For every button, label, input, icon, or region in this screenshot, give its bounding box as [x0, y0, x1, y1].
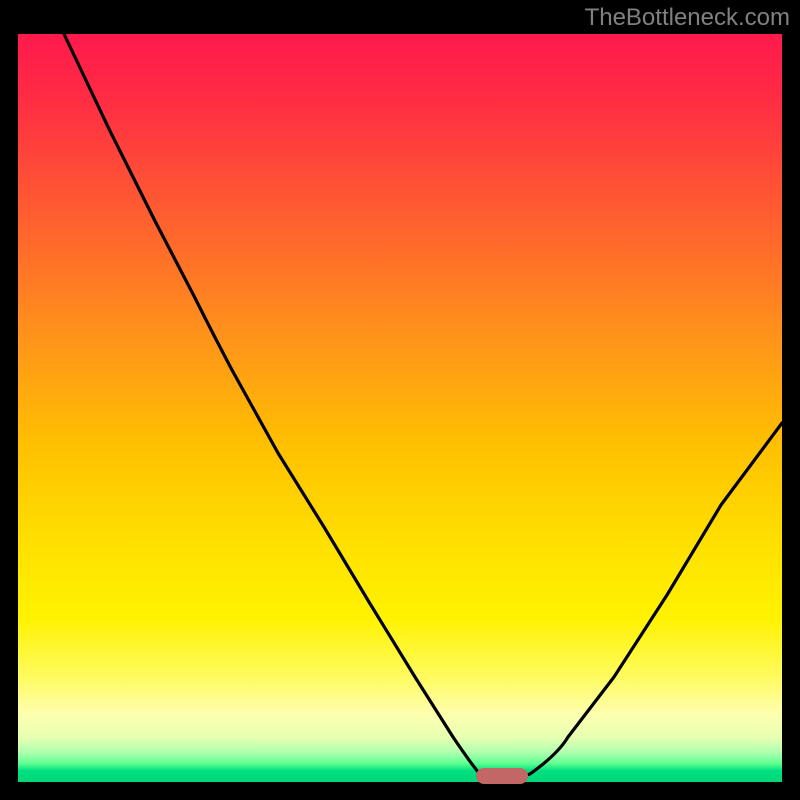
bottleneck-curve — [18, 34, 782, 782]
curve-path — [64, 34, 782, 779]
minimum-marker — [476, 768, 528, 784]
plot-area — [18, 34, 782, 782]
watermark-text: TheBottleneck.com — [585, 4, 790, 32]
